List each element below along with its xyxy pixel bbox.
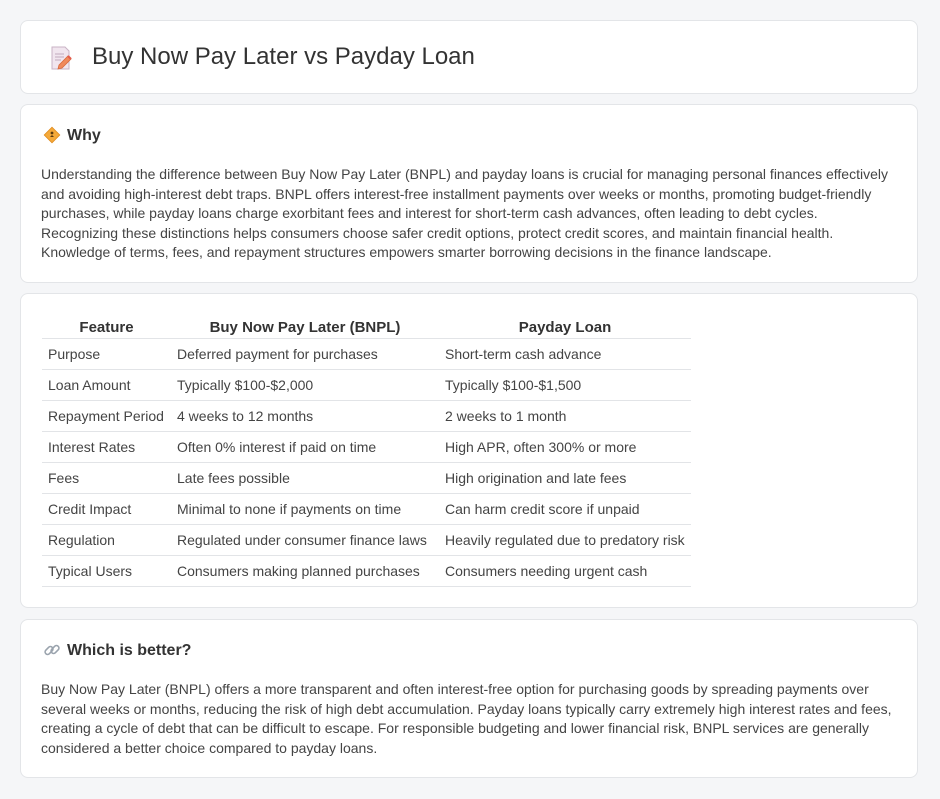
table-cell: Can harm credit score if unpaid bbox=[439, 493, 691, 525]
table-cell: Often 0% interest if paid on time bbox=[171, 431, 439, 463]
table-cell: Interest Rates bbox=[42, 431, 171, 463]
table-cell: Heavily regulated due to predatory risk bbox=[439, 524, 691, 556]
table-cell: Repayment Period bbox=[42, 400, 171, 432]
table-cell: Fees bbox=[42, 462, 171, 494]
table-cell: Typically $100-$1,500 bbox=[439, 369, 691, 401]
table-row: Interest Rates Often 0% interest if paid… bbox=[42, 431, 691, 463]
table-row: Repayment Period 4 weeks to 12 months 2 … bbox=[42, 400, 691, 432]
table-cell: Regulated under consumer finance laws bbox=[171, 524, 439, 556]
why-section: Why Understanding the difference between… bbox=[20, 104, 918, 283]
table-cell: 2 weeks to 1 month bbox=[439, 400, 691, 432]
table-cell: Credit Impact bbox=[42, 493, 171, 525]
which-is-better-section: Which is better? Buy Now Pay Later (BNPL… bbox=[20, 619, 918, 778]
table-row: Loan Amount Typically $100-$2,000 Typica… bbox=[42, 369, 691, 401]
table-row: Fees Late fees possible High origination… bbox=[42, 462, 691, 494]
header-payday-loan: Payday Loan bbox=[439, 316, 691, 339]
table-row: Purpose Deferred payment for purchases S… bbox=[42, 338, 691, 370]
table-cell: Purpose bbox=[42, 338, 171, 370]
header-card: Buy Now Pay Later vs Payday Loan bbox=[20, 20, 918, 94]
table-cell: High origination and late fees bbox=[439, 462, 691, 494]
why-text: Understanding the difference between Buy… bbox=[41, 166, 888, 261]
warning-sign-icon bbox=[43, 126, 61, 144]
table-cell: Consumers making planned purchases bbox=[171, 555, 439, 587]
table-cell: Minimal to none if payments on time bbox=[171, 493, 439, 525]
document-pencil-icon bbox=[51, 46, 72, 70]
table-cell: Deferred payment for purchases bbox=[171, 338, 439, 370]
header-bnpl: Buy Now Pay Later (BNPL) bbox=[171, 316, 439, 339]
table-row: Typical Users Consumers making planned p… bbox=[42, 555, 691, 587]
table-cell: Typical Users bbox=[42, 555, 171, 587]
table-cell: High APR, often 300% or more bbox=[439, 431, 691, 463]
comparison-section: Feature Buy Now Pay Later (BNPL) Payday … bbox=[20, 293, 918, 608]
comparison-table: Feature Buy Now Pay Later (BNPL) Payday … bbox=[42, 316, 691, 587]
table-row: Credit Impact Minimal to none if payment… bbox=[42, 493, 691, 525]
table-cell: Loan Amount bbox=[42, 369, 171, 401]
header-feature: Feature bbox=[42, 316, 171, 339]
table-row: Regulation Regulated under consumer fina… bbox=[42, 524, 691, 556]
which-is-better-text: Buy Now Pay Later (BNPL) offers a more t… bbox=[41, 681, 892, 756]
table-cell: Typically $100-$2,000 bbox=[171, 369, 439, 401]
table-cell: Late fees possible bbox=[171, 462, 439, 494]
page-title: Buy Now Pay Later vs Payday Loan bbox=[92, 43, 475, 70]
why-title: Why bbox=[67, 127, 101, 144]
table-cell: Regulation bbox=[42, 524, 171, 556]
table-cell: 4 weeks to 12 months bbox=[171, 400, 439, 432]
table-header-row: Feature Buy Now Pay Later (BNPL) Payday … bbox=[42, 316, 691, 339]
table-cell: Short-term cash advance bbox=[439, 338, 691, 370]
table-cell: Consumers needing urgent cash bbox=[439, 555, 691, 587]
link-icon bbox=[44, 644, 60, 656]
which-is-better-title: Which is better? bbox=[67, 642, 192, 659]
